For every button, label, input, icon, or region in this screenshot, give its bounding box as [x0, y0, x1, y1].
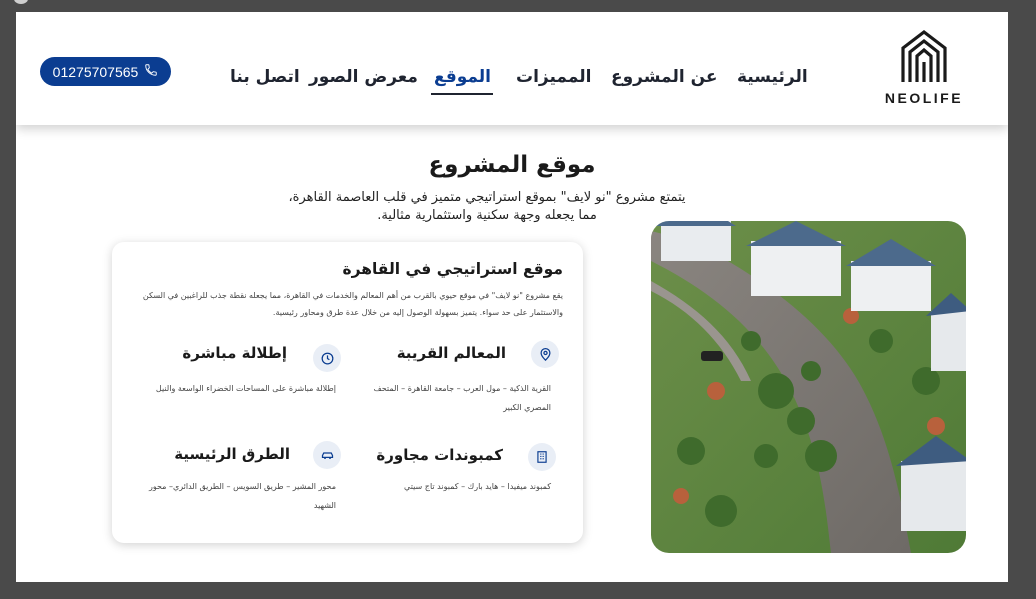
section-title: موقع المشروع — [428, 152, 596, 178]
phone-button[interactable]: 01275707565 — [40, 57, 171, 86]
nav-location[interactable]: الموقع — [434, 64, 491, 90]
nav-home[interactable]: الرئيسية — [737, 64, 808, 90]
nav-gallery[interactable]: معرض الصور — [309, 64, 418, 90]
window-indicator — [14, 0, 28, 4]
location-info-card: موقع استراتيجي في القاهرة يقع مشروع "نو … — [112, 242, 583, 543]
car-icon — [313, 441, 341, 469]
section-description-line-1: يتمتع مشروع "نو لايف" بموقع استراتيجي مت… — [288, 190, 686, 205]
logo-mark-icon — [901, 29, 947, 82]
nav-active-underline — [431, 93, 493, 95]
location-aerial-image — [651, 221, 966, 553]
logo-text: NEOLIFE — [884, 90, 964, 106]
phone-number: 01275707565 — [52, 63, 139, 80]
section-description: يتمتع مشروع "نو لايف" بموقع استراتيجي مت… — [262, 189, 712, 225]
feature-text-compounds: كمبوند ميفيدا – هايد بارك – كمبوند تاج س… — [404, 482, 551, 491]
card-description: يقع مشروع "نو لايف" في موقع حيوي بالقرب … — [142, 291, 563, 317]
clock-icon — [313, 344, 341, 372]
building-icon — [528, 443, 556, 471]
map-pin-icon — [531, 340, 559, 368]
nav-contact[interactable]: اتصل بنا — [230, 64, 300, 90]
page: NEOLIFE الرئيسية عن المشروع المميزات الم… — [16, 12, 1008, 582]
logo[interactable]: NEOLIFE — [882, 28, 966, 108]
card-title: موقع استراتيجي في القاهرة — [342, 260, 563, 278]
nav-features[interactable]: المميزات — [516, 64, 591, 90]
site-header: NEOLIFE الرئيسية عن المشروع المميزات الم… — [16, 12, 1008, 125]
feature-text-view: إطلالة مباشرة على المساحات الخضراء الواس… — [155, 384, 336, 393]
feature-title-compounds: كمبوندات مجاورة — [376, 446, 503, 464]
section-description-line-2: مما يجعله وجهة سكنية واستثمارية مثالية. — [377, 208, 597, 223]
feature-title-roads: الطرق الرئيسية — [174, 445, 290, 463]
feature-title-view: إطلالة مباشرة — [182, 344, 287, 362]
nav-about[interactable]: عن المشروع — [611, 64, 718, 90]
feature-text-roads: محور المشير – طريق السويس – الطريق الدائ… — [148, 482, 336, 510]
feature-text-landmarks: القرية الذكية – مول العرب – جامعة القاهر… — [373, 384, 551, 412]
feature-title-landmarks: المعالم القريبة — [396, 344, 506, 362]
phone-icon — [144, 63, 158, 80]
